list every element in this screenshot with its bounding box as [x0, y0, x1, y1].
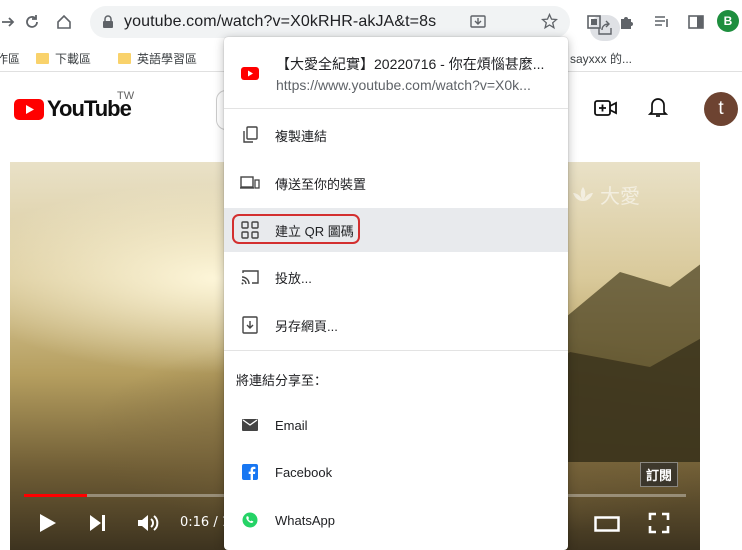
bookmark-star-icon[interactable] [541, 13, 558, 30]
email-icon [240, 415, 260, 435]
share-menu: 【大愛全紀實】20220716 - 你在煩惱甚麼... https://www.… [224, 37, 568, 550]
volume-icon[interactable] [136, 512, 160, 534]
bookmark-label: 下載區 [55, 52, 92, 66]
time-display: 0:16 / 1 [180, 515, 231, 530]
menu-item-save-page[interactable]: 另存網頁... [224, 303, 568, 347]
facebook-icon [240, 462, 260, 482]
save-page-icon [240, 315, 260, 335]
reading-list-icon[interactable] [650, 10, 674, 34]
channel-watermark: 大愛 [570, 180, 640, 209]
qr-code-icon [240, 220, 260, 240]
home-icon[interactable] [52, 10, 76, 34]
folder-icon [36, 53, 49, 64]
reload-icon[interactable] [20, 10, 44, 34]
profile-avatar[interactable]: B [717, 10, 739, 32]
play-icon[interactable] [38, 512, 58, 534]
menu-item-label: 建立 QR 圖碼 [275, 223, 354, 239]
menu-divider [224, 350, 568, 351]
lotus-logo-icon [573, 186, 593, 201]
forward-icon[interactable] [0, 10, 20, 34]
menu-item-label: 傳送至你的裝置 [275, 176, 367, 192]
page-title: 【大愛全紀實】20220716 - 你在煩惱甚麼... [276, 56, 545, 72]
bookmark-label: 作區 [0, 52, 21, 66]
user-avatar[interactable]: t [704, 92, 738, 126]
youtube-favicon-icon [241, 67, 259, 80]
menu-item-cast[interactable]: 投放... [224, 255, 568, 299]
install-icon[interactable] [470, 14, 486, 30]
youtube-logo[interactable]: YouTube [14, 96, 132, 122]
menu-item-label: 另存網頁... [275, 318, 338, 334]
tab-search-icon[interactable] [582, 10, 606, 34]
menu-item-label: 投放... [275, 270, 312, 286]
youtube-play-icon [14, 98, 44, 120]
share-target-label: WhatsApp [275, 512, 335, 528]
menu-item-copy-link[interactable]: 複製連結 [224, 113, 568, 157]
watermark-text: 大愛 [600, 184, 640, 208]
share-target-whatsapp[interactable]: WhatsApp [224, 498, 568, 542]
share-target-label: Email [275, 417, 308, 433]
devices-icon [240, 173, 260, 193]
bookmark-label: sayxxx 的... [570, 52, 633, 66]
share-target-email[interactable]: Email [224, 403, 568, 447]
bookmark-item[interactable]: 英語學習區 [118, 50, 197, 67]
bookmark-label: 英語學習區 [137, 52, 198, 66]
lock-icon[interactable] [102, 15, 114, 29]
menu-item-label: 複製連結 [275, 128, 328, 144]
subscribe-button[interactable]: 訂閱 [640, 462, 679, 487]
page-url: https://www.youtube.com/watch?v=X0k... [276, 77, 531, 93]
share-target-label: Facebook [275, 464, 333, 480]
menu-item-create-qr-code[interactable]: 建立 QR 圖碼 [224, 208, 568, 252]
bookmark-item[interactable]: sayxxx 的... [570, 50, 632, 67]
cast-icon [240, 267, 260, 287]
create-video-icon[interactable] [594, 98, 618, 118]
region-label: TW [117, 90, 135, 102]
address-bar[interactable]: youtube.com/watch?v=X0kRHR-akJA&t=8s [90, 6, 620, 41]
share-to-label: 將連結分享至： [236, 373, 328, 388]
side-panel-icon[interactable] [684, 10, 708, 34]
theater-mode-icon[interactable] [594, 516, 620, 532]
next-icon[interactable] [88, 512, 108, 534]
notifications-bell-icon[interactable] [648, 96, 668, 118]
folder-icon [118, 53, 131, 64]
progress-fill [24, 494, 87, 497]
copy-icon [240, 125, 260, 145]
bookmark-item[interactable]: 下載區 [36, 50, 91, 67]
bookmark-item[interactable]: 作區 [0, 50, 20, 67]
whatsapp-icon [240, 510, 260, 530]
url-text[interactable]: youtube.com/watch?v=X0kRHR-akJA&t=8s [124, 13, 436, 31]
share-target-facebook[interactable]: Facebook [224, 450, 568, 494]
fullscreen-icon[interactable] [648, 512, 670, 534]
menu-item-send-to-devices[interactable]: 傳送至你的裝置 [224, 161, 568, 205]
extensions-icon[interactable] [614, 10, 638, 34]
share-menu-header: 【大愛全紀實】20220716 - 你在煩惱甚麼... https://www.… [224, 37, 568, 109]
